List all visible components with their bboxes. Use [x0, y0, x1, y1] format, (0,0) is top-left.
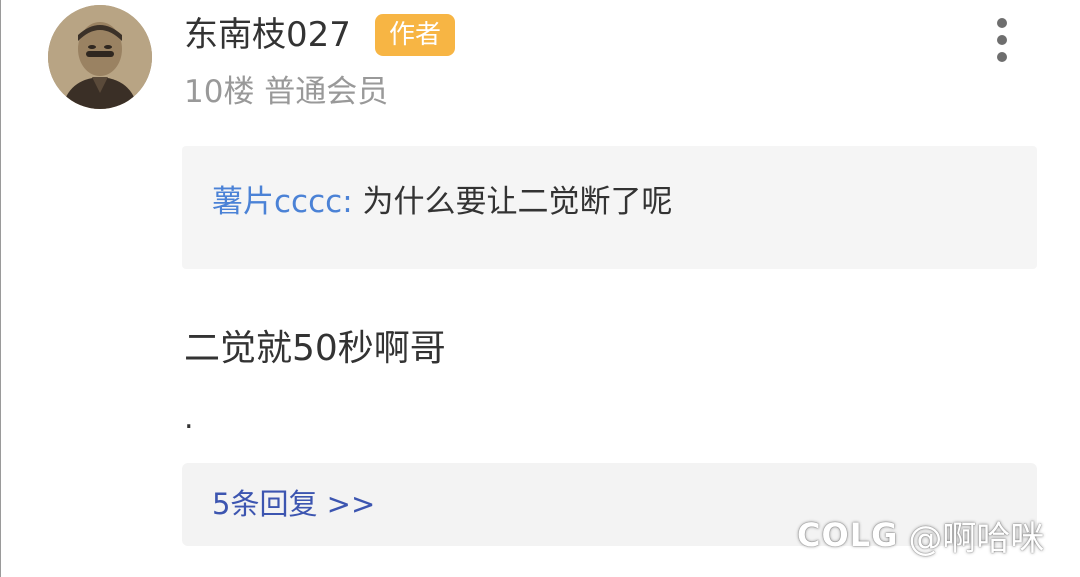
- more-vertical-icon: [997, 18, 1007, 28]
- watermark-handle: @啊哈咪: [908, 518, 1045, 559]
- quoted-reply-line: 薯片cccc: 为什么要让二觉断了呢: [212, 182, 673, 222]
- post-content: 二觉就50秒啊哥: [184, 328, 446, 369]
- floor-info: 10楼 普通会员: [184, 74, 389, 110]
- comment-card: 东南枝027 作者 10楼 普通会员 薯片cccc: 为什么要让二觉断了呢 二觉…: [0, 0, 1080, 577]
- watermark: COLG @啊哈咪: [797, 510, 1044, 560]
- watermark-logo: COLG: [797, 516, 899, 554]
- author-badge: 作者: [375, 14, 455, 56]
- quoted-username[interactable]: 薯片cccc: [212, 184, 342, 220]
- username[interactable]: 东南枝027: [184, 14, 351, 56]
- quoted-separator: :: [342, 184, 353, 220]
- view-replies-link[interactable]: 5条回复 >>: [212, 484, 375, 524]
- more-vertical-icon: [997, 52, 1007, 62]
- post-content-extra: .: [184, 401, 194, 436]
- quoted-reply-box: 薯片cccc: 为什么要让二觉断了呢: [182, 146, 1037, 269]
- more-vertical-icon: [997, 35, 1007, 45]
- user-avatar[interactable]: [48, 5, 152, 109]
- more-options-button[interactable]: [987, 14, 1017, 66]
- avatar-portrait-icon: [48, 5, 152, 109]
- quoted-text: 为什么要让二觉断了呢: [362, 184, 673, 220]
